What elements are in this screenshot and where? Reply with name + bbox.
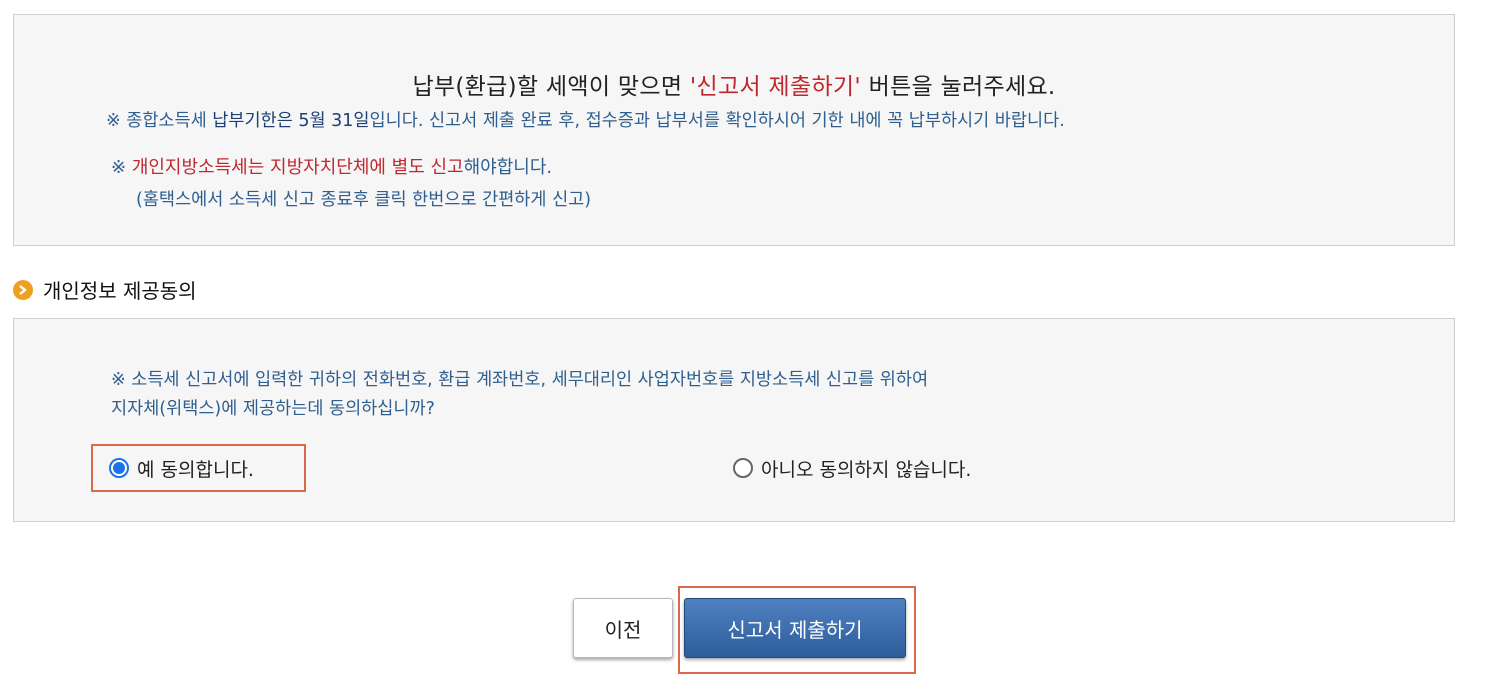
consent-question-line1: ※ 소득세 신고서에 입력한 귀하의 전화번호, 환급 계좌번호, 세무대리인 … bbox=[111, 370, 929, 390]
consent-no-option[interactable]: 아니오 동의하지 않습니다. bbox=[733, 446, 971, 490]
local-tax-subnote: (홈택스에서 소득세 신고 종료후 클릭 한번으로 간편하게 신고) bbox=[136, 190, 592, 210]
deadline-prefix: ※ 종합소득세 bbox=[106, 111, 213, 131]
consent-box: ※ 소득세 신고서에 입력한 귀하의 전화번호, 환급 계좌번호, 세무대리인 … bbox=[13, 318, 1455, 522]
consent-yes-label[interactable]: 예 동의합니다. bbox=[137, 455, 254, 482]
notice-box: 납부(환급)할 세액이 맞으면 '신고서 제출하기' 버튼을 눌러주세요. ※ … bbox=[13, 14, 1455, 246]
radio-checked-icon[interactable] bbox=[109, 458, 129, 478]
radio-unchecked-icon[interactable] bbox=[733, 458, 753, 478]
deadline-rest: 입니다. 신고서 제출 완료 후, 접수증과 납부서를 확인하시어 기한 내에 … bbox=[369, 111, 1065, 131]
deadline-notice: ※ 종합소득세 납부기한은 5월 31일입니다. 신고서 제출 완료 후, 접수… bbox=[106, 107, 1065, 132]
local-tax-rest: 해야합니다. bbox=[463, 157, 553, 178]
section-title: 개인정보 제공동의 bbox=[13, 275, 197, 304]
consent-question-line2: 지자체(위택스)에 제공하는데 동의하십니까? bbox=[111, 399, 435, 419]
deadline-bold: 납부기한은 5월 31일 bbox=[212, 111, 370, 131]
local-tax-prefix: ※ bbox=[111, 157, 132, 178]
local-tax-notice: ※ 개인지방소득세는 지방자치단체에 별도 신고해야합니다. bbox=[111, 153, 552, 179]
headline-part1: 납부(환급)할 세액이 맞으면 bbox=[412, 74, 690, 100]
headline-highlight: '신고서 제출하기' bbox=[689, 74, 861, 100]
submit-button[interactable]: 신고서 제출하기 bbox=[684, 598, 906, 658]
section-title-text: 개인정보 제공동의 bbox=[43, 279, 197, 303]
chevron-right-icon bbox=[13, 279, 33, 300]
notice-headline: 납부(환급)할 세액이 맞으면 '신고서 제출하기' 버튼을 눌러주세요. bbox=[14, 67, 1454, 101]
consent-no-label[interactable]: 아니오 동의하지 않습니다. bbox=[761, 455, 971, 482]
prev-button[interactable]: 이전 bbox=[573, 598, 673, 658]
local-tax-highlight: 개인지방소득세는 지방자치단체에 별도 신고 bbox=[131, 157, 464, 178]
headline-part2: 버튼을 눌러주세요. bbox=[861, 74, 1056, 100]
consent-yes-option[interactable]: 예 동의합니다. bbox=[91, 444, 306, 492]
